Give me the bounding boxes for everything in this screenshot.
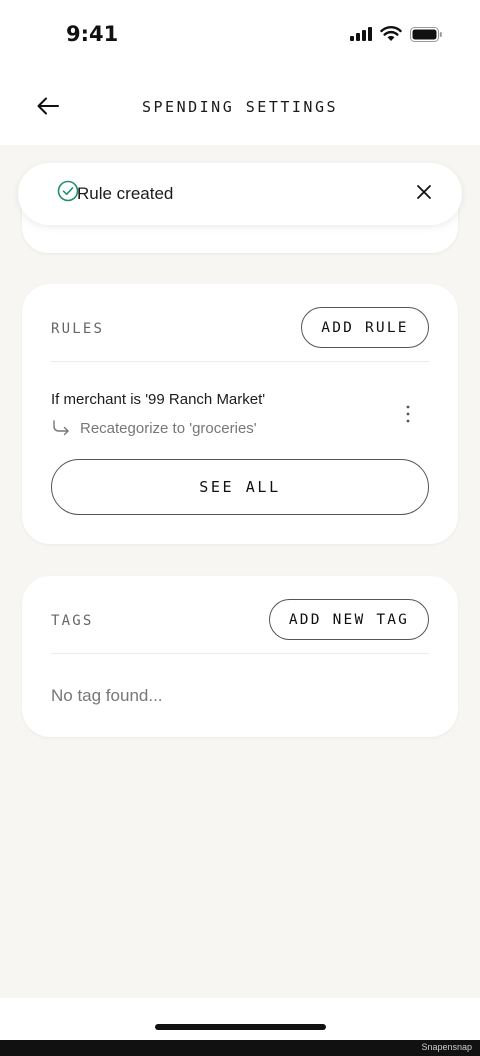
rules-section-label: RULES (51, 321, 105, 337)
close-icon (416, 184, 432, 205)
status-icons (350, 26, 442, 47)
tags-empty-message: No tag found... (51, 686, 163, 705)
arrow-turn-down-right-icon (52, 419, 70, 437)
rule-condition: If merchant is '99 Ranch Market' (51, 391, 266, 408)
add-rule-button[interactable]: ADD RULE (301, 307, 429, 348)
rule-action: Recategorize to 'groceries' (80, 420, 257, 437)
cellular-signal-icon (350, 27, 372, 46)
tags-section-label: TAGS (51, 613, 94, 629)
rules-divider (51, 361, 429, 362)
more-vertical-icon (406, 405, 410, 428)
toast-message: Rule created (77, 184, 174, 203)
see-all-rules-button[interactable]: SEE ALL (51, 459, 429, 515)
rules-card: RULES ADD RULE If merchant is '99 Ranch … (22, 284, 458, 544)
battery-icon (410, 26, 442, 47)
toast-close-button[interactable] (410, 180, 438, 208)
tags-divider (51, 653, 429, 654)
rule-more-button[interactable] (400, 402, 416, 430)
page-title: SPENDING SETTINGS (141, 98, 339, 116)
home-indicator-area (0, 998, 480, 1040)
status-time: 9:41 (66, 22, 119, 46)
header: SPENDING SETTINGS (0, 70, 480, 145)
toast-notification: Rule created (18, 163, 462, 225)
status-bar: 9:41 (0, 0, 480, 70)
footer-bar: Snapensnap (0, 1040, 480, 1056)
add-new-tag-button[interactable]: ADD NEW TAG (269, 599, 429, 640)
check-circle-icon (57, 180, 79, 202)
tags-card: TAGS ADD NEW TAG No tag found... (22, 576, 458, 737)
watermark: Snapensnap (421, 1042, 472, 1052)
home-indicator[interactable] (155, 1024, 326, 1030)
wifi-icon (380, 26, 402, 47)
